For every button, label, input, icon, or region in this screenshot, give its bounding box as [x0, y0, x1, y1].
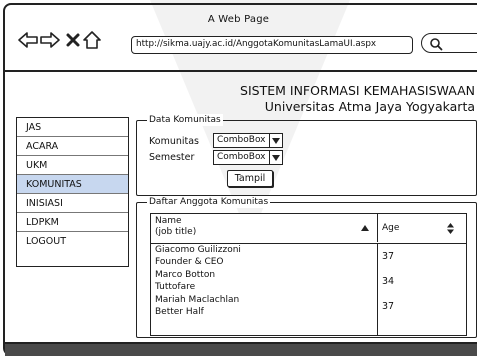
address-bar[interactable]: http://sikma.uajy.ac.id/AnggotaKomunitas… [131, 36, 413, 54]
row-name: Marco Botton [155, 270, 216, 280]
column-header-age[interactable]: Age [378, 214, 466, 242]
komunitas-combobox[interactable]: ComboBox [213, 133, 283, 148]
daftar-anggota-title: Daftar Anggota Komunitas [147, 196, 271, 208]
sidebar-item-ldpkm[interactable]: LDPKM [17, 213, 128, 232]
column-header-name-sublabel: (job title) [155, 227, 197, 237]
semester-combobox[interactable]: ComboBox [213, 150, 283, 165]
table-row[interactable]: Giacomo Guilizzoni Founder & CEO [151, 244, 378, 269]
sidebar-item-logout[interactable]: LOGOUT [17, 232, 128, 251]
sidebar-item-inisiasi[interactable]: INISIASI [17, 194, 128, 213]
status-bar [5, 342, 477, 356]
table-row-empty [151, 319, 378, 335]
row-name: Giacomo Guilizzoni [155, 245, 241, 255]
sidebar-item-acara[interactable]: ACARA [17, 137, 128, 156]
chevron-down-icon[interactable] [270, 133, 283, 148]
table-header: Name (job title) Age [151, 214, 466, 244]
sidebar-menu: JAS ACARA UKM KOMUNITAS INISIASI LDPKM L… [16, 117, 129, 267]
back-arrow-icon[interactable] [18, 30, 38, 50]
anggota-table: Name (job title) Age Giacomo Guilizzoni … [150, 213, 467, 336]
table-row[interactable]: Mariah Maclachlan Better Half [151, 294, 378, 319]
sort-ascending-icon[interactable] [361, 225, 369, 231]
column-header-name-label: Name [155, 216, 182, 226]
komunitas-label: Komunitas [149, 136, 200, 147]
page-title: SISTEM INFORMASI KEMAHASISWAAN [240, 83, 475, 98]
row-age: 37 [382, 301, 395, 312]
row-age: 34 [382, 276, 395, 287]
home-icon[interactable] [82, 30, 102, 50]
search-icon [430, 38, 443, 51]
column-header-age-label: Age [382, 223, 400, 233]
sort-icon[interactable] [447, 223, 454, 234]
sidebar-item-komunitas[interactable]: KOMUNITAS [17, 175, 128, 194]
column-header-name[interactable]: Name (job title) [151, 214, 378, 242]
tampil-button[interactable]: Tampil [227, 170, 273, 187]
row-job-title: Tuttofare [155, 281, 196, 292]
page-subtitle: Universitas Atma Jaya Yogyakarta [264, 99, 475, 114]
window-title: A Web Page [207, 14, 270, 25]
sidebar-item-jas[interactable]: JAS [17, 118, 128, 137]
table-row[interactable]: Marco Botton Tuttofare [151, 269, 378, 294]
close-icon[interactable] [63, 30, 83, 50]
toolbar-divider [5, 70, 477, 72]
komunitas-combobox-value[interactable]: ComboBox [213, 133, 270, 148]
row-job-title: Better Half [155, 306, 204, 317]
sidebar-item-ukm[interactable]: UKM [17, 156, 128, 175]
chevron-down-icon[interactable] [270, 150, 283, 165]
row-age: 37 [382, 251, 395, 262]
row-name: Mariah Maclachlan [155, 295, 240, 305]
data-komunitas-title: Data Komunitas [147, 114, 223, 126]
search-input[interactable] [421, 33, 477, 53]
forward-arrow-icon[interactable] [40, 30, 60, 50]
semester-combobox-value[interactable]: ComboBox [213, 150, 270, 165]
semester-label: Semester [149, 152, 195, 163]
row-job-title: Founder & CEO [155, 256, 224, 267]
